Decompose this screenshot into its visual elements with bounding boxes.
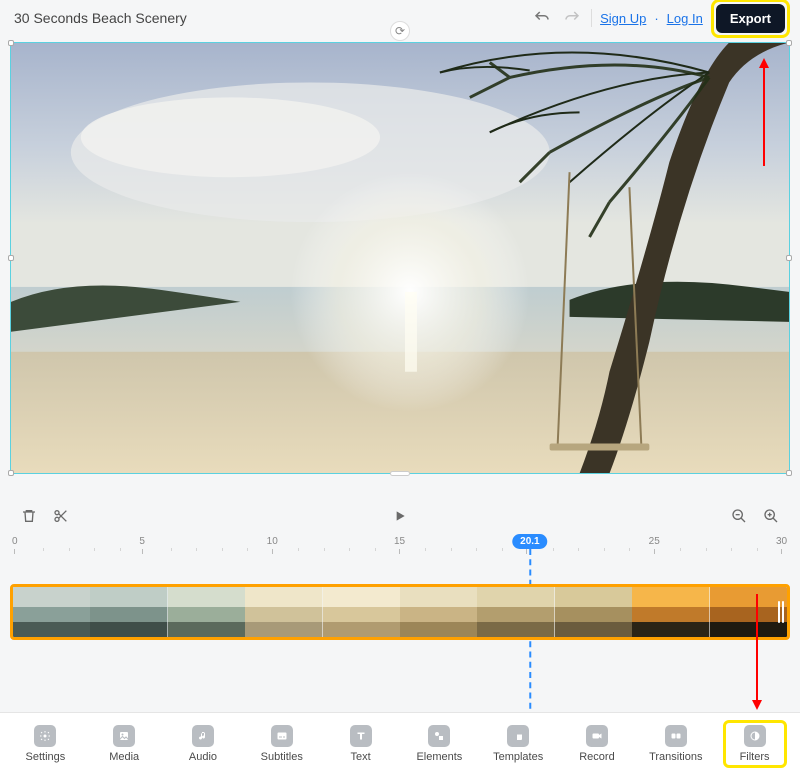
nav-label: Text [350, 751, 370, 763]
media-icon [113, 725, 135, 747]
nav-settings[interactable]: Settings [13, 725, 77, 763]
playhead-time: 20.1 [512, 534, 547, 549]
nav-media[interactable]: Media [92, 725, 156, 763]
login-link[interactable]: Log In [667, 11, 703, 26]
settings-icon [34, 725, 56, 747]
ruler-tick: 10 [267, 536, 278, 554]
timeline-thumbnail [632, 587, 709, 637]
audio-icon [192, 725, 214, 747]
nav-text[interactable]: Text [329, 725, 393, 763]
separator [591, 9, 592, 27]
resize-handle-tr[interactable] [786, 40, 792, 46]
export-highlight: Export [711, 0, 790, 38]
nav-label: Settings [26, 751, 66, 763]
timeline-thumbnail [323, 587, 400, 637]
timeline-thumbnail [245, 587, 322, 637]
redo-button[interactable] [561, 7, 583, 29]
nav-label: Record [579, 751, 614, 763]
elements-icon [428, 725, 450, 747]
timeline-clip[interactable] [10, 584, 790, 640]
filters-icon [744, 725, 766, 747]
export-button[interactable]: Export [716, 4, 785, 33]
nav-audio[interactable]: Audio [171, 725, 235, 763]
nav-label: Transitions [649, 751, 702, 763]
resize-handle-ml[interactable] [8, 255, 14, 261]
templates-icon [507, 725, 529, 747]
timeline-thumbnail [90, 587, 167, 637]
resize-handle-mr[interactable] [786, 255, 792, 261]
nav-templates[interactable]: Templates [486, 725, 550, 763]
ruler-tick: 30 [776, 536, 787, 554]
nav-label: Elements [416, 751, 462, 763]
nav-record[interactable]: Record [565, 725, 629, 763]
bottom-toolbar: Settings Media Audio Subtitles Text Elements T… [0, 712, 800, 774]
rotate-handle[interactable]: ⟳ [390, 21, 410, 41]
timeline-thumbnail [400, 587, 477, 637]
zoom-out-button[interactable] [728, 505, 750, 527]
nav-label: Audio [189, 751, 217, 763]
zoom-in-button[interactable] [760, 505, 782, 527]
resize-handle-bottom[interactable] [390, 471, 410, 476]
nav-elements[interactable]: Elements [407, 725, 471, 763]
annotation-arrow-export [757, 58, 771, 168]
nav-label: Templates [493, 751, 543, 763]
clip-trim-right[interactable] [775, 587, 787, 637]
resize-handle-br[interactable] [786, 470, 792, 476]
timeline-ruler[interactable]: 051015202530 20.1 [18, 536, 782, 562]
delete-button[interactable] [18, 505, 40, 527]
nav-label: Filters [740, 751, 770, 763]
nav-label: Subtitles [261, 751, 303, 763]
auth-separator: · [654, 11, 658, 26]
record-icon [586, 725, 608, 747]
nav-subtitles[interactable]: Subtitles [250, 725, 314, 763]
nav-filters[interactable]: Filters [723, 720, 787, 768]
project-title: 30 Seconds Beach Scenery [10, 10, 531, 26]
timeline-thumbnail [168, 587, 245, 637]
undo-button[interactable] [531, 7, 553, 29]
ruler-tick: 0 [12, 536, 18, 554]
split-button[interactable] [50, 505, 72, 527]
resize-handle-tl[interactable] [8, 40, 14, 46]
ruler-tick: 5 [139, 536, 145, 554]
resize-handle-bl[interactable] [8, 470, 14, 476]
timeline-thumbnail [555, 587, 632, 637]
nav-transitions[interactable]: Transitions [644, 725, 708, 763]
ruler-tick: 15 [394, 536, 405, 554]
subtitles-icon [271, 725, 293, 747]
play-button[interactable] [389, 505, 411, 527]
video-preview[interactable]: ⟳ [10, 42, 790, 474]
annotation-arrow-filters [750, 592, 764, 710]
ruler-tick: 25 [649, 536, 660, 554]
transitions-icon [665, 725, 687, 747]
text-icon [350, 725, 372, 747]
nav-label: Media [109, 751, 139, 763]
timeline-thumbnail [13, 587, 90, 637]
signup-link[interactable]: Sign Up [600, 11, 646, 26]
timeline-thumbnail [477, 587, 554, 637]
